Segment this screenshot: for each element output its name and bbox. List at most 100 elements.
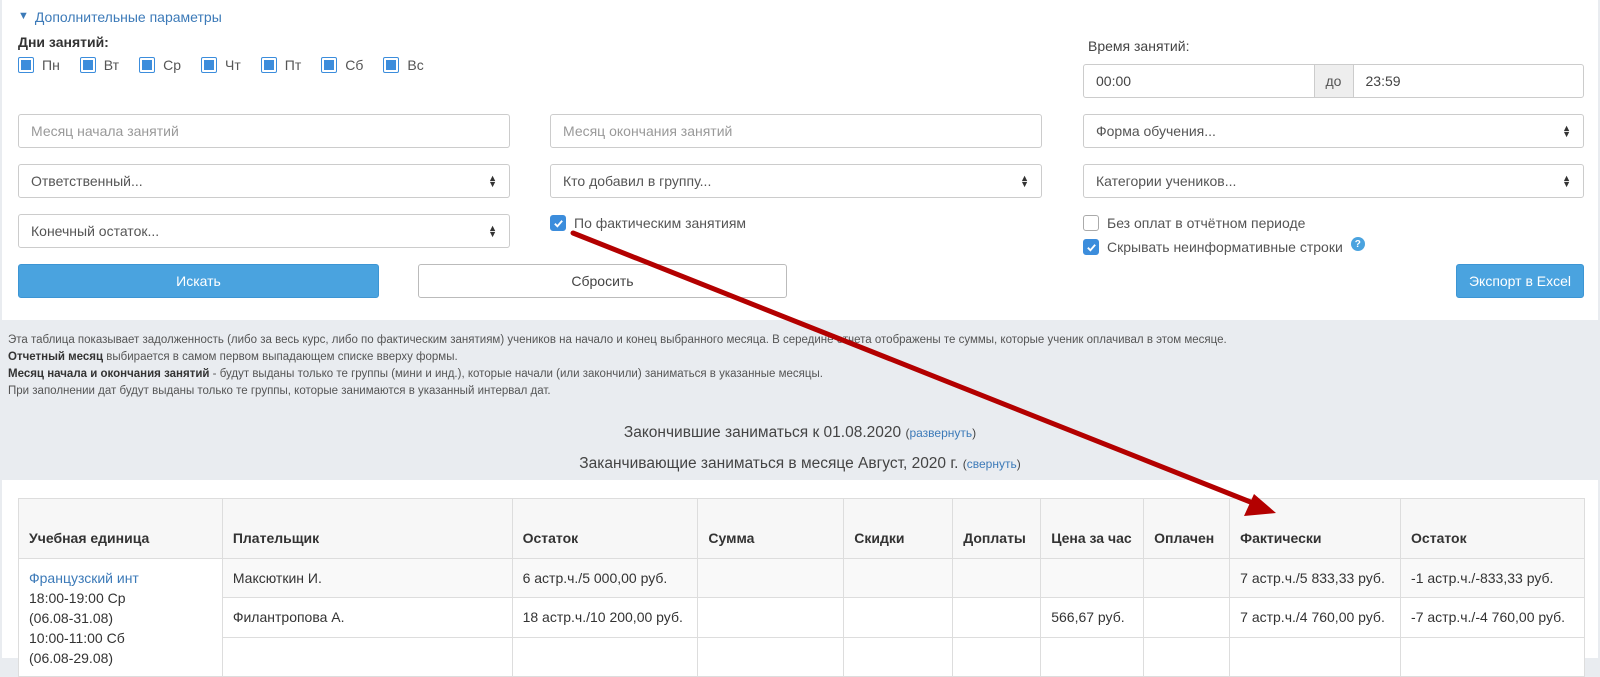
time-label: Время занятий: [1088, 38, 1190, 54]
added-by-value: Кто добавил в группу... [563, 173, 712, 189]
header-actual[interactable]: Фактически [1229, 498, 1402, 559]
education-form-select[interactable]: Форма обучения... ▲ ▼ [1083, 114, 1584, 148]
checkbox-checked-icon [550, 215, 566, 231]
help-icon[interactable]: ? [1350, 237, 1365, 251]
collapse-link[interactable]: свернуть [967, 457, 1017, 471]
hide-rows-label: Скрывать неинформативные строки [1107, 239, 1343, 255]
responsible-select[interactable]: Ответственный... ▲ ▼ [18, 164, 510, 198]
day-checkbox-3[interactable]: Чт [201, 57, 241, 73]
month-end-placeholder: Месяц окончания занятий [563, 123, 733, 139]
actual-cell: 7 астр.ч./4 760,00 руб. [1229, 597, 1402, 638]
final-balance-value: Конечный остаток... [31, 223, 160, 239]
time-to-input[interactable]: 23:59 [1354, 65, 1584, 97]
finishing-section-heading: Заканчивающие заниматься в месяце Август… [579, 455, 1021, 472]
empty-cell [1040, 636, 1145, 677]
table-row: Филантропова А. 18 астр.ч./10 200,00 руб… [18, 597, 1585, 638]
price-cell: 566,67 руб. [1040, 597, 1145, 638]
day-checkbox-5[interactable]: Сб [321, 57, 363, 73]
remain-cell: -1 астр.ч./-833,33 руб. [1400, 557, 1585, 599]
select-arrows-icon: ▲ ▼ [488, 173, 497, 189]
select-arrows-icon: ▲ ▼ [1562, 173, 1571, 189]
day-checkbox-0[interactable]: Пн [18, 57, 60, 73]
final-balance-select[interactable]: Конечный остаток... ▲ ▼ [18, 214, 510, 248]
empty-cell [952, 636, 1042, 677]
checkbox-checked-icon [201, 57, 217, 73]
header-price[interactable]: Цена за час [1040, 498, 1145, 559]
select-arrows-icon: ▲ ▼ [1562, 123, 1571, 139]
table-header-row: Учебная единица Плательщик Остаток Сумма… [18, 498, 1585, 559]
checkbox-checked-icon [383, 57, 400, 73]
day-label: Вт [103, 57, 120, 73]
student-categories-select[interactable]: Категории учеников... ▲ ▼ [1083, 164, 1584, 198]
by-actual-lessons-checkbox[interactable]: По фактическим занятиям [550, 215, 746, 231]
paid-cell [1143, 557, 1231, 599]
header-extra[interactable]: Доплаты [952, 498, 1042, 559]
info-line-1: Эта таблица показывает задолженность (ли… [8, 334, 1227, 346]
checkbox-checked-icon [321, 57, 338, 73]
unit-schedule-line: (06.08-31.08) [29, 610, 114, 626]
header-sum[interactable]: Сумма [697, 498, 845, 559]
select-arrows-icon: ▲ ▼ [488, 223, 497, 239]
payer-link[interactable]: Максюткин И. [221, 557, 513, 599]
student-categories-value: Категории учеников... [1096, 173, 1237, 189]
day-checkbox-1[interactable]: Вт [79, 57, 120, 73]
month-end-input[interactable]: Месяц окончания занятий [550, 114, 1042, 148]
day-label: Вс [407, 57, 424, 73]
price-cell [1040, 557, 1145, 599]
reset-button[interactable]: Сбросить [418, 264, 787, 298]
header-payer[interactable]: Плательщик [221, 498, 513, 559]
days-checkboxes: Пн Вт Ср Чт Пт Сб Вс [18, 57, 444, 73]
header-paid[interactable]: Оплачен [1143, 498, 1231, 559]
day-checkbox-6[interactable]: Вс [383, 57, 424, 73]
empty-cell [1143, 636, 1231, 677]
day-label: Сб [345, 57, 364, 73]
day-label: Ср [163, 57, 181, 73]
sum-cell [697, 597, 845, 638]
search-button[interactable]: Искать [18, 264, 379, 298]
advanced-params-label: Дополнительные параметры [34, 9, 222, 25]
finished-title: Закончившие заниматься к 01.08.2020 [623, 424, 902, 441]
advanced-params-toggle[interactable]: ▼ Дополнительные параметры [18, 9, 222, 25]
extra-cell [952, 557, 1042, 599]
info-line-2-rest: выбирается в самом первом выпадающем спи… [103, 351, 458, 363]
discounts-cell [843, 597, 954, 638]
info-line-3-bold: Месяц начала и окончания занятий [8, 368, 210, 380]
expand-link[interactable]: развернуть [909, 426, 972, 440]
empty-cell [221, 636, 513, 677]
export-excel-button[interactable]: Экспорт в Excel [1456, 264, 1584, 298]
unit-link[interactable]: Французский инт [29, 568, 212, 588]
remain-cell: -7 астр.ч./-4 760,00 руб. [1400, 597, 1585, 638]
time-from-input[interactable]: 00:00 [1084, 65, 1314, 97]
header-remain[interactable]: Остаток [1400, 498, 1585, 559]
day-checkbox-2[interactable]: Ср [139, 57, 181, 73]
finishing-title: Заканчивающие заниматься в месяце Август… [579, 455, 959, 472]
info-line-2: Отчетный месяц выбирается в самом первом… [8, 349, 1227, 366]
day-label: Пт [284, 57, 302, 73]
time-separator: до [1313, 65, 1354, 97]
month-start-input[interactable]: Месяц начала занятий [18, 114, 510, 148]
unit-cell: Французский инт 18:00-19:00 Ср (06.08-31… [18, 558, 223, 677]
checkbox-checked-icon [79, 57, 96, 73]
no-payments-label: Без оплат в отчётном периоде [1107, 215, 1306, 231]
checkbox-unchecked-icon [1083, 215, 1099, 231]
checkbox-checked-icon [1083, 239, 1099, 255]
by-actual-lessons-label: По фактическим занятиям [574, 215, 747, 231]
info-line-4: При заполнении дат будут выданы только т… [8, 385, 551, 397]
hide-rows-checkbox[interactable]: Скрывать неинформативные строки ? [1083, 237, 1365, 255]
info-line-3-rest: - будут выданы только те группы (мини и … [209, 368, 823, 380]
header-discounts[interactable]: Скидки [843, 498, 954, 559]
unit-schedule-line: (06.08-29.08) [29, 650, 114, 666]
header-balance[interactable]: Остаток [511, 498, 699, 559]
actual-cell: 7 астр.ч./5 833,33 руб. [1229, 557, 1402, 599]
day-checkbox-4[interactable]: Пт [260, 57, 302, 73]
header-unit[interactable]: Учебная единица [18, 498, 223, 559]
empty-cell [1400, 636, 1585, 677]
info-line-3: Месяц начала и окончания занятий - будут… [8, 366, 1227, 383]
no-payments-checkbox[interactable]: Без оплат в отчётном периоде [1083, 215, 1305, 231]
day-label: Чт [225, 57, 241, 73]
payer-link[interactable]: Филантропова А. [221, 597, 513, 638]
select-arrows-icon: ▲ ▼ [1020, 173, 1029, 189]
table-row [18, 636, 1585, 677]
added-by-select[interactable]: Кто добавил в группу... ▲ ▼ [550, 164, 1042, 198]
sum-cell [697, 557, 845, 599]
